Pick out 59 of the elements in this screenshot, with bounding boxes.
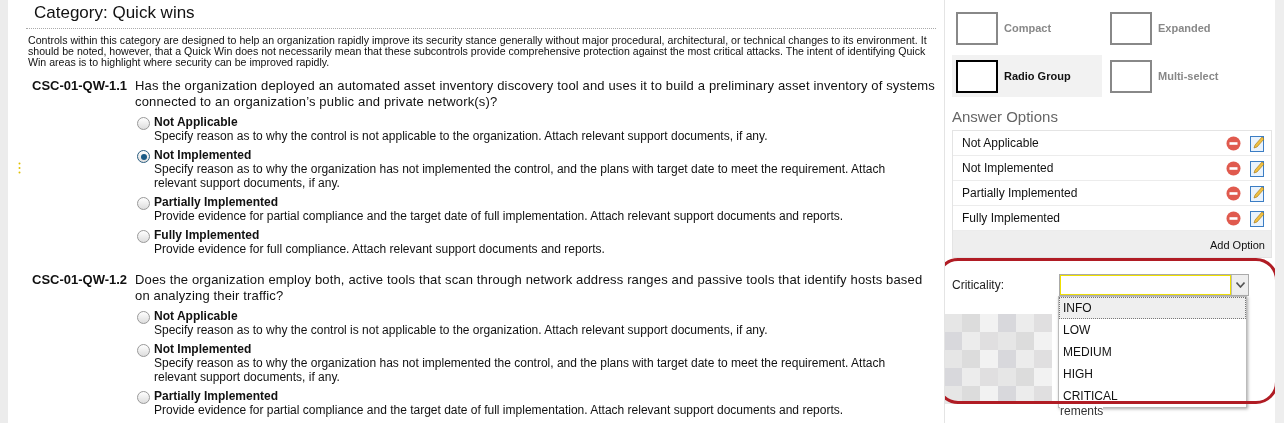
question-code: CSC-01-QW-1.2 [31, 272, 129, 289]
option-label[interactable]: Partially Implemented [154, 195, 874, 209]
option-description: Provide evidence for partial compliance and the target date of full implementation. Attach relevant support documents and reports. [154, 403, 845, 417]
category-title: Category: Quick wins [26, 0, 936, 29]
question-code: CSC-01-QW-1.1 [31, 78, 129, 95]
radio-button[interactable] [137, 391, 150, 404]
radio-button[interactable] [137, 311, 150, 324]
section-heading: Answer Options [952, 108, 1059, 125]
question-text: Has the organization deployed an automated asset inventory discovery tool and uses it to build a preliminary asset inventory of systems connected to an organization’s public and private network(s)? [135, 78, 936, 110]
option-label[interactable]: Not Implemented [154, 148, 936, 162]
style-preview-box [1110, 11, 1152, 45]
edit-icon[interactable] [1250, 134, 1265, 152]
option-label[interactable]: Not Applicable [154, 309, 798, 323]
radio-button[interactable] [137, 117, 150, 130]
dropdown-item[interactable]: INFO [1059, 297, 1246, 319]
remove-icon[interactable] [1226, 135, 1241, 151]
edit-icon[interactable] [1250, 159, 1265, 177]
dropdown-item[interactable]: CRITICAL [1059, 385, 1246, 407]
add-option-link[interactable]: Add Option [1209, 239, 1265, 251]
drag-handle-icon[interactable] [18, 162, 21, 174]
style-option[interactable]: Compact [952, 7, 1102, 49]
option-description: Specify reason as to why the organization has not implemented the control, and the plans with target date to meet the requirement. Attach relevant support documents, if any. [154, 162, 887, 190]
style-preview-box [956, 11, 998, 45]
dropdown-item[interactable]: MEDIUM [1059, 341, 1246, 363]
option-description: Specify reason as to why the control is not applicable to the organization. Attach relevant support documents, if any. [154, 323, 769, 337]
option-label[interactable]: Fully Implemented [154, 228, 635, 242]
criticality-dropdown[interactable] [1059, 274, 1249, 296]
question-text: Does the organization employ both, active tools that scan through network address ranges and passive tools that identify hosts based on analyzing their traffic? [135, 272, 924, 304]
remove-icon[interactable] [1226, 210, 1241, 226]
option-label[interactable]: Not Implemented [154, 342, 936, 356]
style-option[interactable]: Expanded [1106, 7, 1256, 49]
style-preview-box [1110, 59, 1152, 93]
partial-text: rements [1060, 405, 1104, 418]
option-label[interactable]: Not Applicable [154, 115, 798, 129]
edit-icon[interactable] [1250, 184, 1265, 202]
radio-button[interactable] [137, 197, 150, 210]
option-description: Specify reason as to why the organization has not implemented the control, and the plans with target date to meet the requirement. Attach relevant support documents, if any. [154, 356, 887, 384]
field-label: Criticality: [952, 278, 1005, 292]
dropdown-item[interactable]: HIGH [1059, 363, 1246, 385]
radio-button[interactable] [137, 344, 150, 357]
answer-option-label: Not Implemented [962, 161, 1055, 175]
style-option[interactable]: Radio Group [952, 55, 1102, 97]
intro-paragraph: Controls within this category are designed to help an organization rapidly improve its security stance generally without major procedural, architectural, or technical changes to its environment. It should be noted, however, that a Quick Win does not necessarily mean that these subcontrols provide comprehensive protection against the most critical attacks. The intent of identifying Quick Win areas is to highlight where security can be improved rapidly. [27, 33, 928, 68]
style-preview-box [956, 59, 998, 93]
option-label[interactable]: Partially Implemented [154, 389, 874, 403]
option-description: Provide evidence for full compliance. Attach relevant support documents and reports. [154, 242, 606, 256]
answer-option-label: Fully Implemented [962, 211, 1062, 225]
caret-icon [1235, 282, 1245, 288]
option-description: Provide evidence for partial compliance and the target date of full implementation. Attach relevant support documents and reports. [154, 209, 845, 223]
answer-option-label: Not Applicable [962, 136, 1040, 150]
remove-icon[interactable] [1226, 185, 1241, 201]
radio-button[interactable] [137, 230, 150, 243]
option-description: Specify reason as to why the control is not applicable to the organization. Attach relevant support documents, if any. [154, 129, 769, 143]
style-option[interactable]: Multi-select [1106, 55, 1256, 97]
remove-icon[interactable] [1226, 160, 1241, 176]
edit-icon[interactable] [1250, 209, 1265, 227]
dropdown-item[interactable]: LOW [1059, 319, 1246, 341]
radio-button[interactable] [137, 150, 150, 163]
answer-option-label: Partially Implemented [962, 186, 1079, 200]
